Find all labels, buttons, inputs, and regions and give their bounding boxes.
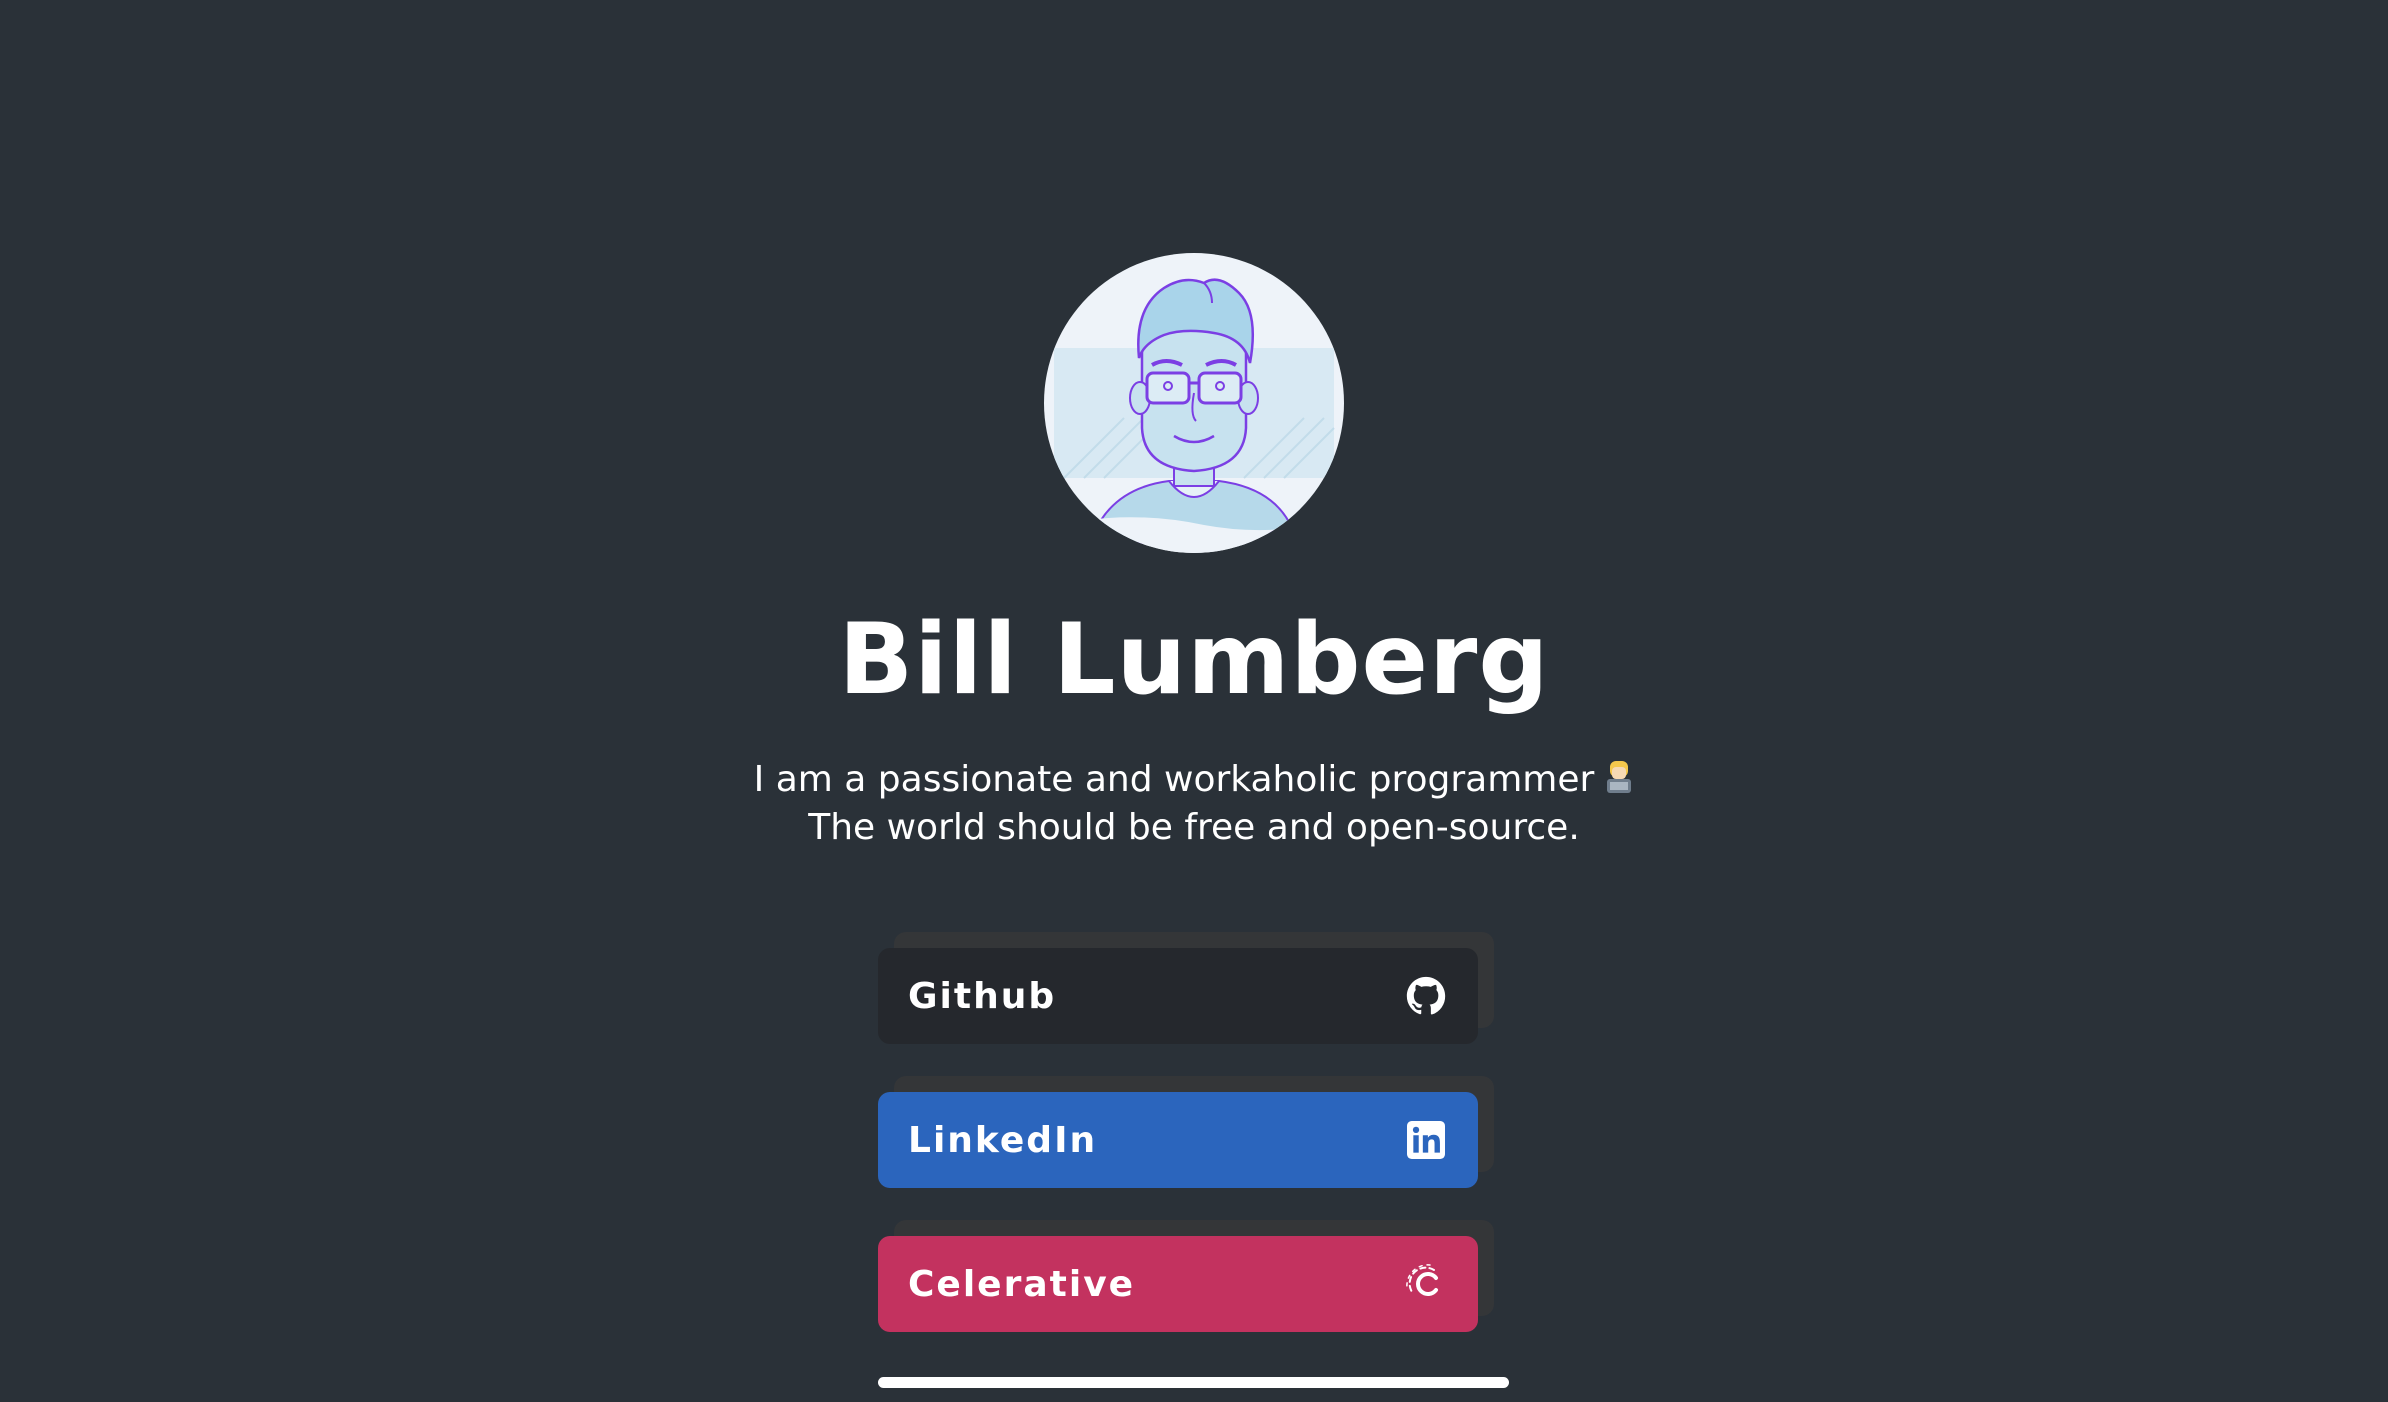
linkedin-link-label: LinkedIn <box>908 1119 1098 1161</box>
profile-bio: I am a passionate and workaholic program… <box>0 756 2388 852</box>
github-link-label: Github <box>908 975 1057 1017</box>
celerative-link-button[interactable]: Celerative <box>878 1236 1478 1332</box>
linkedin-link-container: LinkedIn <box>878 1076 1494 1188</box>
linkedin-link-button[interactable]: LinkedIn <box>878 1092 1478 1188</box>
profile-avatar <box>1044 253 1344 553</box>
linkedin-icon <box>1404 1118 1448 1162</box>
bio-line-1: I am a passionate and workaholic program… <box>0 756 2388 804</box>
bio-line-2: The world should be free and open-source… <box>808 807 1580 848</box>
github-icon <box>1404 974 1448 1018</box>
celerative-link-label: Celerative <box>908 1263 1136 1305</box>
bottom-scroll-indicator <box>878 1377 1509 1388</box>
github-link-container: Github <box>878 932 1494 1044</box>
celerative-icon <box>1404 1262 1448 1306</box>
profile-name: Bill Lumberg <box>838 603 1550 717</box>
bio-line-1-text: I am a passionate and workaholic program… <box>753 759 1595 800</box>
technologist-emoji-icon <box>1604 757 1634 797</box>
github-link-button[interactable]: Github <box>878 948 1478 1044</box>
developer-avatar-illustration-icon <box>1044 278 1344 553</box>
celerative-link-container: Celerative <box>878 1220 1494 1332</box>
